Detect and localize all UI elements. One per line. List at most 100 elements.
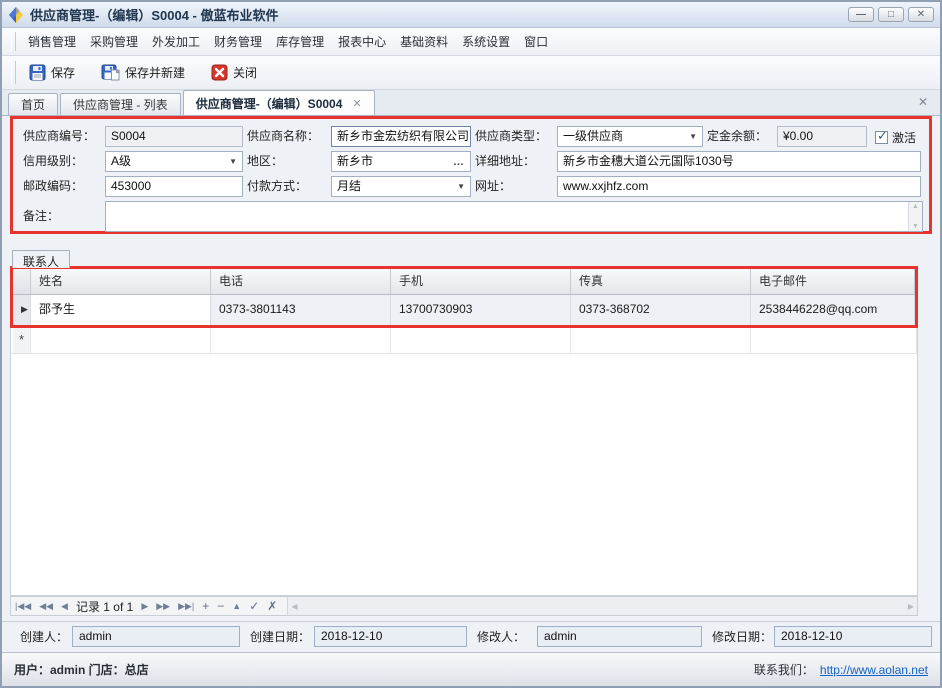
new-cell-email[interactable] [751, 328, 917, 353]
nav-next-page-icon[interactable]: ▶▶ [152, 601, 174, 612]
cell-mobile[interactable]: 13700730903 [391, 295, 571, 325]
remark-scrollbar[interactable]: ▲ ▼ [908, 202, 922, 231]
tabstrip-close-icon[interactable]: ✕ [918, 95, 928, 109]
new-row-marker-icon: * [13, 328, 31, 353]
supplier-form: 供应商编号： S0004 供应商名称： 新乡市金宏纺织有限公司 供应商类型： 一… [10, 116, 932, 234]
nav-prev-icon[interactable]: ◀ [57, 601, 72, 612]
checkbox-box[interactable]: ✓ [875, 131, 888, 144]
menu-settings[interactable]: 系统设置 [455, 29, 517, 54]
nav-cancel-icon[interactable]: ✗ [263, 599, 281, 613]
table-row[interactable]: ▶ 邵予生 0373-3801143 13700730903 0373-3687… [13, 295, 915, 325]
menu-window[interactable]: 窗口 [517, 29, 555, 54]
ellipsis-icon[interactable]: … [449, 157, 465, 167]
scroll-right-icon[interactable]: ▶ [908, 602, 914, 611]
horizontal-scrollbar[interactable]: ◀ ▶ [287, 597, 917, 615]
menu-basic-data[interactable]: 基础资料 [393, 29, 455, 54]
active-checkbox[interactable]: ✓ 激活 [875, 129, 916, 146]
supplier-no-field[interactable]: S0004 [105, 126, 243, 147]
nav-edit-icon[interactable]: ▲ [228, 601, 245, 611]
user-store-label: 用户：admin 门店：总店 [14, 661, 149, 678]
supplier-type-value: 一级供应商 [563, 127, 685, 146]
chevron-down-icon[interactable]: ▼ [685, 127, 697, 146]
remark-label: 备注： [23, 206, 59, 227]
new-cell-mobile[interactable] [391, 328, 571, 353]
create-date-label: 创建日期： [250, 628, 310, 645]
grid-highlight-box: 姓名 电话 手机 传真 电子邮件 ▶ 邵予生 0373-3801143 1370… [10, 266, 918, 328]
menu-sales[interactable]: 销售管理 [21, 29, 83, 54]
deposit-field[interactable]: ¥0.00 [777, 126, 867, 147]
maximize-button[interactable]: □ [878, 7, 904, 22]
column-header-mobile[interactable]: 手机 [391, 269, 571, 294]
menu-inventory[interactable]: 库存管理 [269, 29, 331, 54]
supplier-edit-panel: 供应商编号： S0004 供应商名称： 新乡市金宏纺织有限公司 供应商类型： 一… [2, 116, 940, 652]
column-header-fax[interactable]: 传真 [571, 269, 751, 294]
tab-home[interactable]: 首页 [8, 93, 58, 115]
menu-reports[interactable]: 报表中心 [331, 29, 393, 54]
app-logo-icon [8, 7, 24, 23]
new-cell-fax[interactable] [571, 328, 751, 353]
contact-us-label: 联系我们： [754, 661, 814, 678]
website-label: 网址： [475, 176, 511, 197]
column-header-email[interactable]: 电子邮件 [751, 269, 915, 294]
website-field[interactable]: www.xxjhfz.com [557, 176, 921, 197]
current-row-marker-icon: ▶ [13, 295, 31, 325]
credit-select[interactable]: A级 ▼ [105, 151, 243, 172]
new-cell-name[interactable] [31, 328, 211, 353]
supplier-type-select[interactable]: 一级供应商 ▼ [557, 126, 703, 147]
save-and-new-label: 保存并新建 [125, 64, 185, 81]
scroll-left-icon[interactable]: ◀ [291, 602, 297, 611]
menu-finance[interactable]: 财务管理 [207, 29, 269, 54]
close-tab-button[interactable]: 关闭 [203, 60, 265, 85]
tab-supplier-edit[interactable]: 供应商管理-（编辑）S0004 ✕ [183, 90, 375, 115]
grid-header-row: 姓名 电话 手机 传真 电子邮件 [13, 269, 915, 295]
nav-prev-page-icon[interactable]: ◀◀ [35, 601, 57, 612]
cell-phone[interactable]: 0373-3801143 [211, 295, 391, 325]
supplier-name-field[interactable]: 新乡市金宏纺织有限公司 [331, 126, 471, 147]
tab-contacts[interactable]: 联系人 [12, 250, 70, 268]
tab-supplier-list[interactable]: 供应商管理 - 列表 [60, 93, 181, 115]
column-header-phone[interactable]: 电话 [211, 269, 391, 294]
menubar-grip[interactable] [11, 32, 16, 51]
nav-first-icon[interactable]: |◀◀ [11, 601, 35, 612]
save-and-new-button[interactable]: 保存并新建 [93, 60, 193, 85]
remark-textarea[interactable]: ▲ ▼ [105, 201, 923, 232]
scroll-up-icon[interactable]: ▲ [912, 203, 919, 210]
zip-field[interactable]: 453000 [105, 176, 243, 197]
website-link[interactable]: http://www.aolan.net [820, 663, 928, 677]
chevron-down-icon[interactable]: ▼ [453, 177, 465, 196]
nav-commit-icon[interactable]: ✓ [245, 599, 263, 613]
new-row[interactable]: * [11, 328, 917, 354]
scroll-down-icon[interactable]: ▼ [912, 223, 919, 230]
nav-add-icon[interactable]: + [198, 599, 213, 613]
new-cell-phone[interactable] [211, 328, 391, 353]
toolbar-grip[interactable] [11, 61, 16, 84]
floppy-disk-new-icon [101, 64, 120, 81]
minimize-button[interactable]: — [848, 7, 874, 22]
save-label: 保存 [51, 64, 75, 81]
nav-delete-icon[interactable]: − [213, 599, 228, 613]
red-close-icon [211, 64, 228, 81]
credit-label: 信用级别： [23, 151, 83, 172]
save-button[interactable]: 保存 [21, 60, 83, 85]
address-field[interactable]: 新乡市金穗大道公元国际1030号 [557, 151, 921, 172]
menu-outsourcing[interactable]: 外发加工 [145, 29, 207, 54]
modifier-label: 修改人： [477, 628, 525, 645]
menu-purchase[interactable]: 采购管理 [83, 29, 145, 54]
close-window-button[interactable]: ✕ [908, 7, 934, 22]
payment-select[interactable]: 月结 ▼ [331, 176, 471, 197]
cell-name[interactable]: 邵予生 [31, 295, 211, 325]
nav-last-icon[interactable]: ▶▶| [174, 601, 198, 612]
region-picker[interactable]: 新乡市 … [331, 151, 471, 172]
nav-next-icon[interactable]: ▶ [137, 601, 152, 612]
floppy-disk-icon [29, 64, 46, 81]
cell-fax[interactable]: 0373-368702 [571, 295, 751, 325]
cell-email[interactable]: 2538446228@qq.com [751, 295, 915, 325]
statusbar: 用户：admin 门店：总店 联系我们： http://www.aolan.ne… [2, 652, 940, 686]
chevron-down-icon[interactable]: ▼ [225, 152, 237, 171]
window-title: 供应商管理-（编辑）S0004 - 傲蓝布业软件 [30, 5, 848, 24]
row-selector-header [13, 269, 31, 294]
region-label: 地区： [247, 151, 283, 172]
tab-close-icon[interactable]: ✕ [352, 97, 361, 110]
tab-supplier-edit-label: 供应商管理-（编辑）S0004 [196, 95, 343, 112]
column-header-name[interactable]: 姓名 [31, 269, 211, 294]
